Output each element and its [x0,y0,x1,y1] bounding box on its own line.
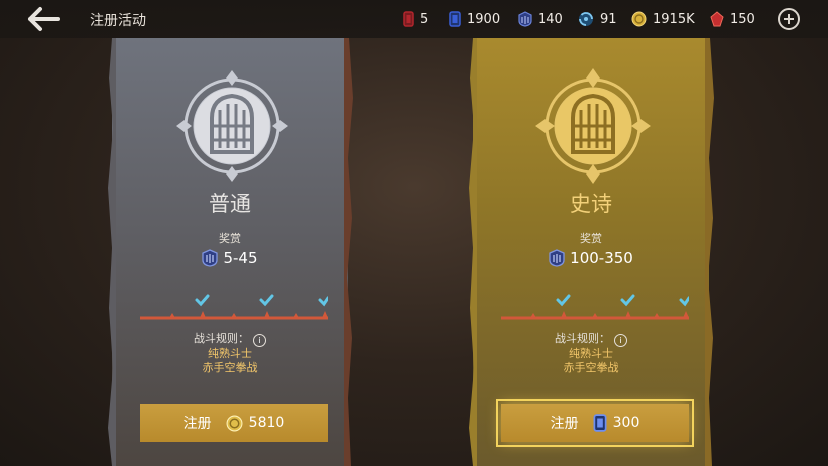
rule-item: 赤手空拳战 [202,361,258,374]
reward-range: 5-45 [112,249,348,267]
tier-title: 普通 [209,192,251,216]
shield-token-icon [518,11,532,27]
reward-label: 奖赏 [580,232,602,245]
register-label: 注册 [183,416,212,432]
gold-coin-count: 1915K [653,11,695,27]
blue-card-icon [593,414,607,432]
check-icon [318,296,328,318]
info-icon[interactable]: i [614,334,627,347]
register-button[interactable]: 注册 5810 [140,404,328,442]
tier-title: 史诗 [570,192,612,216]
top-bar: 注册活动 5 1900 140 91 1915K 150 [0,0,828,38]
shield-token-count: 140 [538,11,563,27]
resource-blue-card[interactable]: 1900 [449,10,500,28]
progress-track [501,294,689,320]
red-gem-count: 150 [730,11,755,27]
swirl-orb-icon [579,12,593,26]
battle-rules: 战斗规则： i 纯熟斗士 赤手空拳战 [112,332,348,375]
red-card-icon [403,11,414,27]
arena-gate-emblem-icon [535,68,651,184]
battle-rules: 战斗规则： i 纯熟斗士 赤手空拳战 [473,332,709,375]
check-icon [556,294,571,318]
check-icon [259,294,274,318]
progress-track [140,294,328,320]
resource-red-gem[interactable]: 150 [710,10,755,28]
resource-swirl-orb[interactable]: 91 [578,10,617,28]
rule-item: 纯熟斗士 [569,347,613,360]
register-button[interactable]: 注册 300 [496,399,694,447]
tier-card-epic[interactable]: 史诗 奖赏 100-350 战斗规则： i 纯熟斗士 赤手空拳战 注册 300 [469,38,714,466]
blue-card-icon [449,11,461,27]
swirl-orb-count: 91 [600,11,617,27]
gold-coin-icon [631,11,647,27]
resource-red-card[interactable]: 5 [403,10,428,28]
tier-card-normal[interactable]: 普通 奖赏 5-45 战斗规则： i 纯熟斗士 赤手空拳战 注册 5810 [108,38,353,466]
rule-item: 赤手空拳战 [563,361,619,374]
cost-value: 300 [612,415,640,431]
cost-value: 5810 [248,415,285,431]
check-icon [679,296,689,318]
arena-gate-emblem-icon [176,70,288,182]
rules-label: 战斗规则： [194,332,249,345]
resource-shield-token[interactable]: 140 [518,10,563,28]
shield-token-icon [549,249,565,267]
resource-gold-coin[interactable]: 1915K [631,10,695,28]
check-icon [195,294,210,318]
add-resource-button[interactable] [778,8,800,30]
rule-item: 纯熟斗士 [208,347,252,360]
red-gem-icon [710,11,724,27]
page-title: 注册活动 [90,13,146,29]
reward-range: 100-350 [473,249,709,267]
rules-label: 战斗规则： [555,332,610,345]
blue-card-count: 1900 [467,11,501,27]
red-card-count: 5 [420,11,429,27]
reward-value: 5-45 [223,249,258,267]
check-icon [620,294,635,318]
back-arrow-icon[interactable] [26,6,62,32]
reward-label: 奖赏 [219,232,241,245]
shield-token-icon [202,249,219,267]
gold-coin-icon [226,415,243,431]
reward-value: 100-350 [570,249,633,267]
register-label: 注册 [550,416,579,432]
info-icon[interactable]: i [253,334,266,347]
